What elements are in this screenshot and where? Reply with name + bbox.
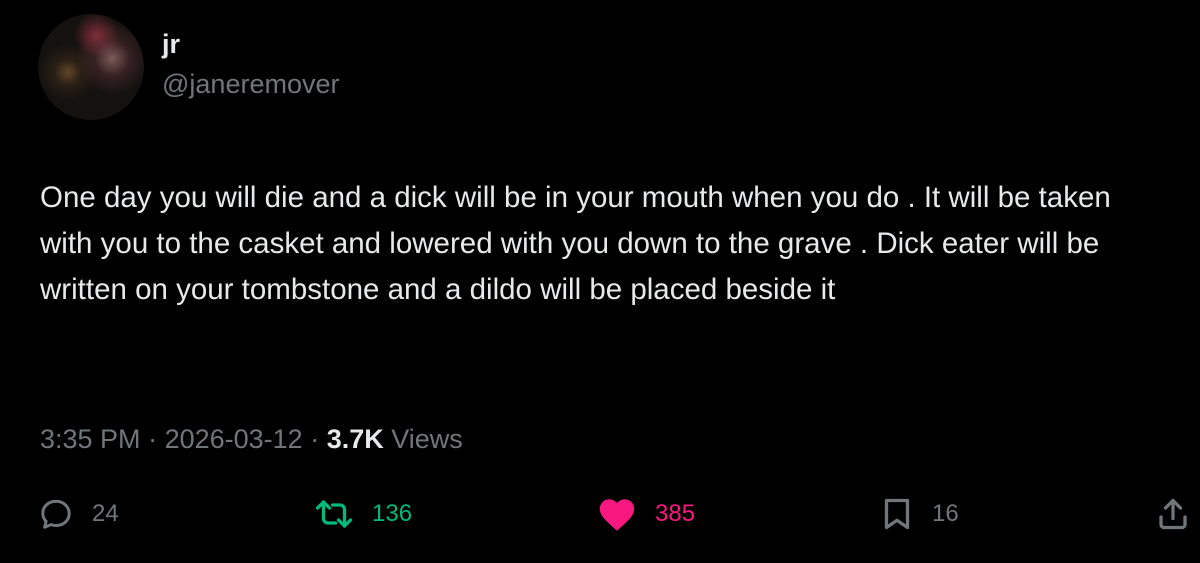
heart-icon [597,496,637,532]
meta-separator: · [302,424,327,454]
author-names: jr @janeremover [162,27,339,101]
action-bar: 24 136 385 16 [0,492,1200,536]
tweet-time[interactable]: 3:35 PM [40,424,141,454]
bookmark-icon [880,496,914,532]
share-button[interactable] [1155,492,1191,536]
reply-icon [38,496,74,532]
retweet-count: 136 [372,500,413,527]
tweet-meta: 3:35 PM · 2026-03-12 · 3.7K Views [40,419,463,459]
like-button[interactable]: 385 [597,492,695,536]
user-handle[interactable]: @janeremover [162,67,339,101]
bookmark-count: 16 [932,500,959,527]
meta-separator: · [140,424,165,454]
tweet-date[interactable]: 2026-03-12 [165,424,303,454]
like-count: 385 [655,500,696,527]
bookmark-button[interactable]: 16 [880,492,959,536]
share-icon [1155,496,1191,532]
display-name[interactable]: jr [162,27,339,61]
tweet-text: One day you will die and a dick will be … [40,181,1111,306]
views-count: 3.7K [326,424,384,454]
reply-button[interactable]: 24 [38,492,119,536]
retweet-icon [314,496,354,532]
retweet-button[interactable]: 136 [314,492,412,536]
tweet-header: jr @janeremover [38,14,339,120]
reply-count: 24 [92,500,119,527]
views-label: Views [383,424,463,454]
avatar[interactable] [38,14,144,120]
